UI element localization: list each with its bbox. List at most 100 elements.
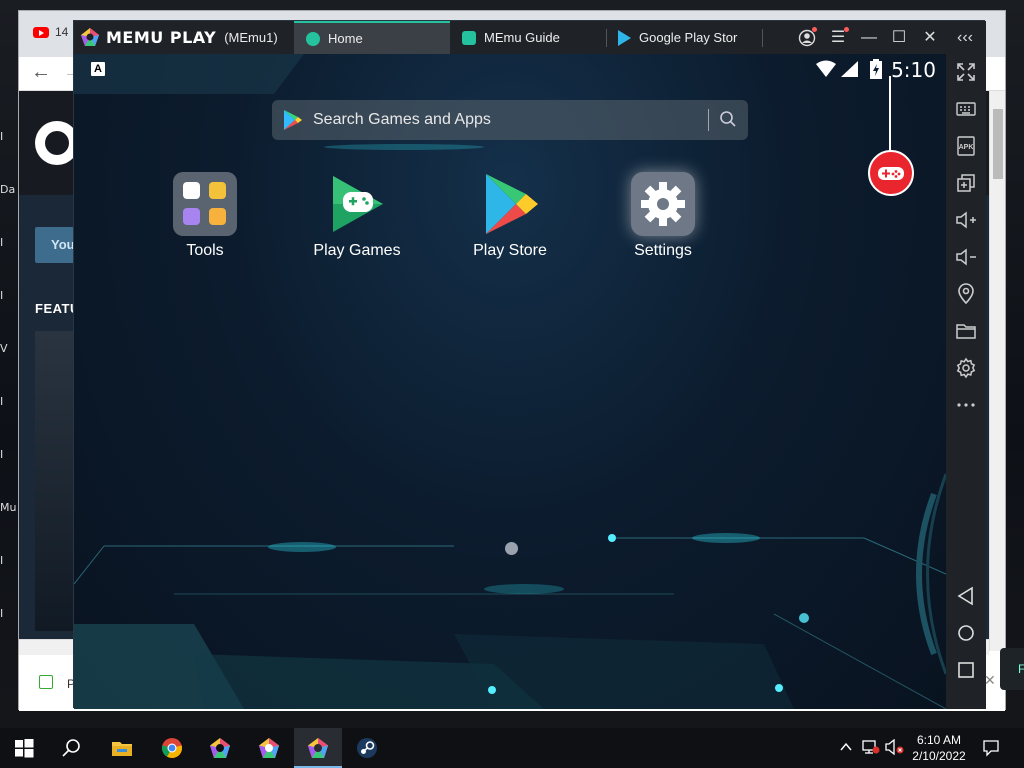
settings-gear-icon <box>631 172 695 236</box>
floating-gamepad-button[interactable] <box>868 150 914 196</box>
guide-icon <box>462 30 476 45</box>
tab-label: Google Play Stor <box>639 30 738 45</box>
wifi-icon <box>816 60 836 77</box>
volume-down-icon[interactable] <box>954 245 978 269</box>
android-status-bar: A 5:10 <box>74 54 946 84</box>
memu-multi-icon <box>259 738 279 758</box>
tab-separator <box>762 29 763 47</box>
tab-google-play-store[interactable]: Google Play Stor <box>606 21 762 54</box>
status-clock: 5:10 <box>891 58 936 82</box>
memu-sidebar-toolbar: APK <box>946 54 986 709</box>
desktop-icon-label[interactable]: I <box>0 289 20 302</box>
apk-icon[interactable]: APK <box>954 134 978 158</box>
app-settings[interactable]: Settings <box>603 172 723 260</box>
play-store-icon <box>618 29 631 46</box>
chevron-up-icon[interactable] <box>839 740 853 754</box>
download-item-icon[interactable] <box>39 675 53 689</box>
back-arrow-icon[interactable]: ← <box>31 61 51 84</box>
memu-brand: MEMU PLAY (MEmu1) <box>80 27 278 47</box>
browser-tab-label: 14 <box>55 25 69 39</box>
account-notification-dot <box>812 27 817 32</box>
clock-time: 6:10 AM <box>916 733 962 747</box>
desktop-icon-label[interactable]: V <box>0 342 20 355</box>
menu-notification-dot <box>844 27 849 32</box>
search-input[interactable]: Search Games and Apps <box>313 111 491 129</box>
network-icon[interactable] <box>862 739 880 755</box>
wallpaper-graphic <box>74 54 946 709</box>
location-icon[interactable] <box>954 282 978 306</box>
app-label: Play Games <box>313 242 401 259</box>
taskbar-file-explorer[interactable] <box>98 728 146 768</box>
scrollbar-thumb[interactable] <box>993 109 1003 179</box>
settings-icon[interactable] <box>954 356 978 380</box>
apk-label: APK <box>959 144 974 151</box>
recents-icon[interactable] <box>954 658 978 682</box>
search-divider <box>708 109 709 131</box>
memu-brand-name: MEMU PLAY <box>106 27 217 47</box>
gamepad-tether <box>889 76 891 152</box>
back-icon[interactable] <box>954 584 978 608</box>
app-play-store[interactable]: Play Store <box>450 172 570 260</box>
taskbar-steam[interactable] <box>343 728 391 768</box>
search-icon[interactable] <box>719 110 737 128</box>
browser-tab-youtube[interactable]: 14 <box>33 25 68 39</box>
keyboard-icon[interactable] <box>954 97 978 121</box>
desktop-icon-label[interactable]: I <box>0 448 20 461</box>
desktop-icon-label[interactable]: I <box>0 130 20 143</box>
app-tools[interactable]: Tools <box>145 172 265 260</box>
maximize-icon[interactable]: ☐ <box>888 27 910 49</box>
tab-home[interactable]: Home <box>294 21 450 54</box>
desktop-icon-label[interactable]: Mu <box>0 501 20 514</box>
desktop-icon-labels: I Da I I V I I Mu I I <box>0 130 20 660</box>
play-store-icon <box>284 110 302 130</box>
collapse-sidebar-icon[interactable]: ‹‹‹ <box>954 27 976 49</box>
browser-vertical-scrollbar[interactable] <box>989 91 1005 651</box>
memu-instance-name: (MEmu1) <box>224 29 278 45</box>
memu-logo-icon <box>80 27 100 47</box>
folder-icon[interactable] <box>954 319 978 343</box>
home-icon[interactable] <box>954 621 978 645</box>
taskbar-memu-multi[interactable] <box>245 728 293 768</box>
start-icon <box>15 739 34 758</box>
search-button[interactable] <box>48 728 96 768</box>
chrome-icon <box>161 738 183 759</box>
steam-icon <box>357 738 377 758</box>
desktop-icon-label[interactable]: I <box>0 395 20 408</box>
search-bar[interactable]: Search Games and Apps <box>272 100 748 140</box>
memu-icon <box>210 738 230 758</box>
taskbar-chrome[interactable] <box>148 728 196 768</box>
multi-window-icon[interactable] <box>954 171 978 195</box>
notification-icon[interactable] <box>982 739 1000 757</box>
desktop-icon-label[interactable]: I <box>0 607 20 620</box>
side-popup-text: F <box>1018 662 1024 676</box>
app-label: Play Store <box>473 242 547 259</box>
clock-date: 2/10/2022 <box>912 749 966 763</box>
search-icon <box>62 739 80 757</box>
tab-memu-guide[interactable]: MEmu Guide <box>450 21 606 54</box>
desktop-icon-label[interactable]: I <box>0 236 20 249</box>
close-icon[interactable]: ✕ <box>919 27 941 49</box>
taskbar-memu-active[interactable] <box>294 728 342 768</box>
desktop-icon-label[interactable]: I <box>0 554 20 567</box>
home-page-indicator <box>505 542 518 555</box>
app-label: Settings <box>634 242 692 259</box>
taskbar-clock[interactable]: 6:10 AM 2/10/2022 <box>900 732 978 764</box>
play-store-icon <box>478 172 542 236</box>
tab-label: MEmu Guide <box>484 30 560 45</box>
app-play-games[interactable]: Play Games <box>297 172 417 260</box>
notification-a-icon: A <box>91 62 105 76</box>
memu-title-bar[interactable]: MEMU PLAY (MEmu1) Home MEmu Guide Google… <box>74 21 986 54</box>
memu-emulator-window: MEMU PLAY (MEmu1) Home MEmu Guide Google… <box>73 20 986 709</box>
side-popup[interactable]: F <box>1000 648 1024 690</box>
more-icon[interactable] <box>954 393 978 417</box>
desktop-icon-label[interactable]: Da <box>0 183 20 196</box>
start-button[interactable] <box>0 728 48 768</box>
minimize-icon[interactable]: — <box>858 27 880 49</box>
android-home-screen[interactable]: A 5:10 Search Games and Apps Tools Play … <box>74 54 946 709</box>
windows-taskbar: 6:10 AM 2/10/2022 <box>0 728 1024 768</box>
fullscreen-icon[interactable] <box>954 60 978 84</box>
volume-up-icon[interactable] <box>954 208 978 232</box>
taskbar-memu[interactable] <box>196 728 244 768</box>
file-explorer-icon <box>112 742 132 756</box>
battery-charging-icon <box>870 59 882 79</box>
